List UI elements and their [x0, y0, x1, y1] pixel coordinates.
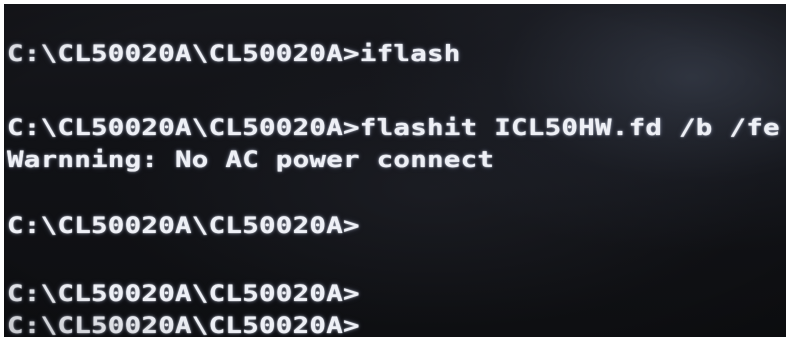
console-prompt: C:\CL50020A\CL50020A> [7, 213, 360, 239]
console-line-power-warning: Warnning: No AC power connect [7, 147, 495, 173]
console-line-iflash-command: C:\CL50020A\CL50020A>iflash [7, 41, 461, 67]
console-line-flashit-command: C:\CL50020A\CL50020A>flashit ICL50HW.fd … [7, 115, 780, 141]
console-prompt-active[interactable]: C:\CL50020A\CL50020A> [7, 313, 360, 337]
console-prompt: C:\CL50020A\CL50020A> [7, 281, 360, 307]
photo-frame: C:\CL50020A\CL50020A>iflash C:\CL50020A\… [0, 0, 790, 341]
dos-console-screen: C:\CL50020A\CL50020A>iflash C:\CL50020A\… [4, 4, 786, 337]
